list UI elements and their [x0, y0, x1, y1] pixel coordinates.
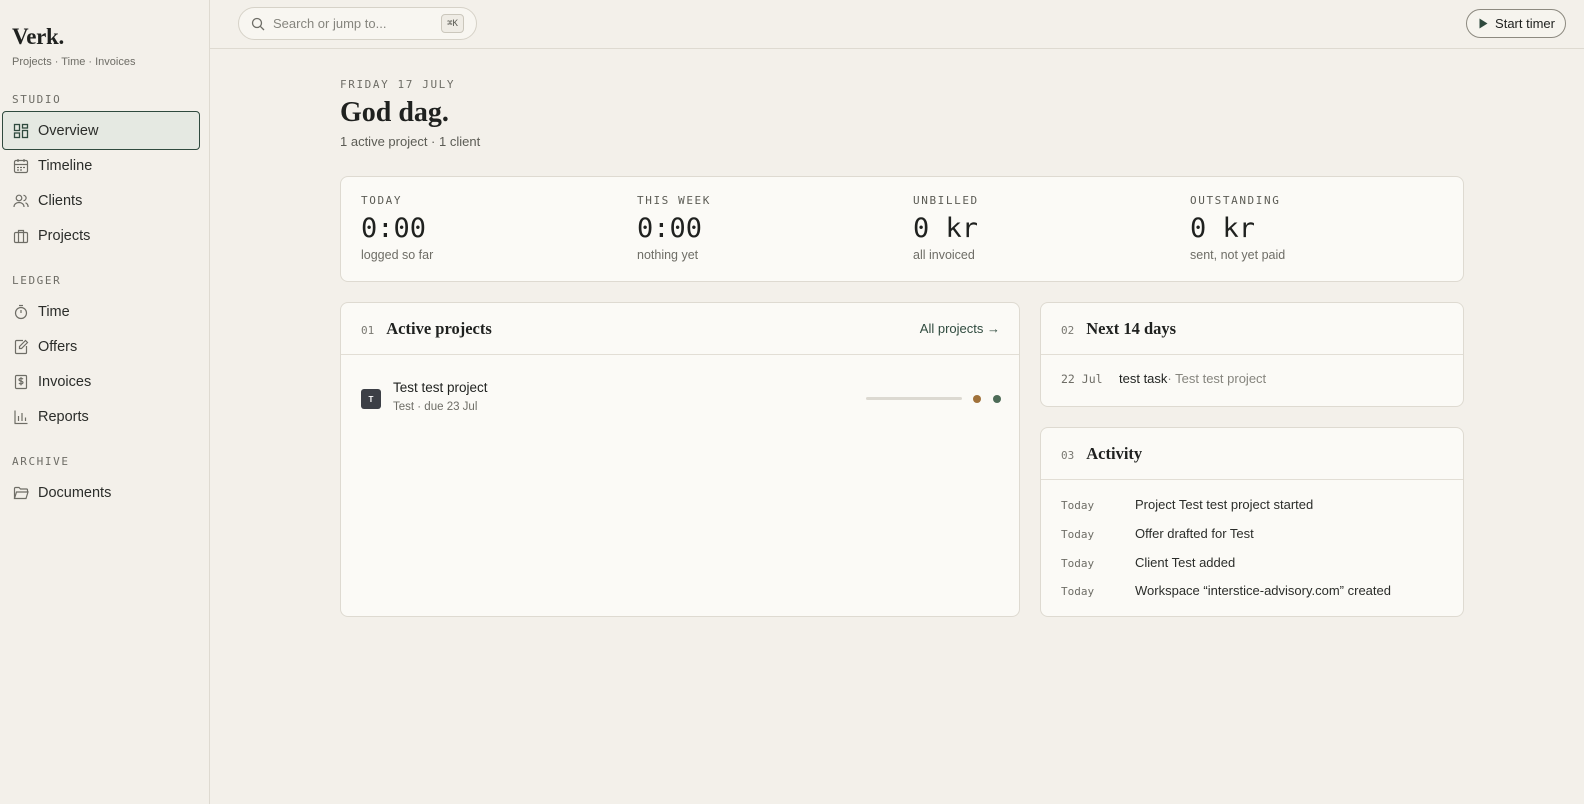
project-name[interactable]: Test test project: [393, 380, 488, 395]
activity-when: Today: [1061, 557, 1095, 570]
section-label-studio: STUDIO: [12, 93, 62, 106]
sidebar-item-label: Documents: [38, 484, 112, 501]
stat-value: 0:00: [361, 213, 427, 244]
brand-tagline: Projects · Time · Invoices: [12, 56, 136, 68]
search-input[interactable]: Search or jump to... ⌘K: [238, 7, 477, 40]
stopwatch-icon: [13, 304, 29, 320]
stat-label: OUTSTANDING: [1190, 194, 1281, 207]
stat-label: TODAY: [361, 194, 403, 207]
bar-chart-icon: [13, 409, 29, 425]
stat-value: 0 kr: [1190, 213, 1256, 244]
sidebar-item-reports[interactable]: Reports: [2, 397, 200, 436]
sidebar-item-clients[interactable]: Clients: [2, 181, 200, 220]
panel-title: Next 14 days: [1086, 318, 1177, 338]
current-date: FRIDAY 17 JULY: [340, 78, 456, 91]
panel-number: 02: [1061, 323, 1075, 337]
search-icon: [251, 17, 265, 30]
sidebar-item-label: Invoices: [38, 373, 92, 390]
panel-title: Active projects: [386, 318, 492, 338]
summary-text: 1 active project · 1 client: [340, 134, 481, 149]
sidebar-item-documents[interactable]: Documents: [2, 473, 200, 512]
sidebar-item-label: Time: [38, 303, 70, 320]
stat-today: TODAY 0:00 logged so far: [361, 194, 433, 262]
stat-this-week: THIS WEEK 0:00 nothing yet: [637, 194, 711, 262]
status-dot: [973, 395, 981, 403]
panel-title: Activity: [1086, 443, 1143, 463]
calendar-icon: [13, 158, 29, 174]
stat-caption: sent, not yet paid: [1190, 248, 1286, 262]
panel-number: 01: [361, 323, 375, 337]
stat-caption: logged so far: [361, 248, 434, 262]
sidebar-item-label: Timeline: [38, 157, 93, 174]
project-progress-bar: [866, 397, 962, 400]
search-shortcut-badge: ⌘K: [441, 14, 464, 33]
stat-outstanding: OUTSTANDING 0 kr sent, not yet paid: [1190, 194, 1285, 262]
panel-header: 02 Next 14 days: [1041, 303, 1463, 355]
activity-when: Today: [1061, 585, 1095, 598]
stat-caption: nothing yet: [637, 248, 699, 262]
sidebar-item-label: Clients: [38, 192, 83, 209]
activity-text: Offer drafted for Test: [1135, 526, 1254, 541]
grid-icon: [13, 123, 29, 139]
sidebar-item-label: Offers: [38, 338, 78, 355]
sidebar-item-projects[interactable]: Projects: [2, 216, 200, 255]
sidebar-item-label: Projects: [38, 227, 91, 244]
sidebar-item-invoices[interactable]: Invoices: [2, 362, 200, 401]
active-projects-panel: 01 Active projects All projects → T Test…: [340, 302, 1020, 617]
upcoming-project: · Test test project: [1167, 371, 1267, 386]
top-bar: Search or jump to... ⌘K Start timer: [210, 0, 1584, 49]
activity-item: Today Offer drafted for Test: [1061, 526, 1254, 541]
activity-item: Today Project Test test project started: [1061, 497, 1313, 512]
play-icon: [1479, 18, 1488, 29]
activity-when: Today: [1061, 528, 1095, 541]
briefcase-icon: [13, 228, 29, 244]
edit-doc-icon: [13, 339, 29, 355]
all-projects-link[interactable]: All projects →: [920, 321, 1000, 336]
page-title: God dag.: [340, 97, 449, 128]
start-timer-label: Start timer: [1495, 16, 1555, 31]
upcoming-date: 22 Jul: [1061, 372, 1103, 386]
activity-when: Today: [1061, 499, 1095, 512]
stats-card: TODAY 0:00 logged so far THIS WEEK 0:00 …: [340, 176, 1464, 282]
activity-item: Today Workspace “interstice-advisory.com…: [1061, 583, 1391, 598]
sidebar-item-label: Overview: [38, 122, 99, 139]
next-14-days-panel: 02 Next 14 days 22 Jul test task · Test …: [1040, 302, 1464, 407]
sidebar-item-timeline[interactable]: Timeline: [2, 146, 200, 185]
activity-text: Workspace “interstice-advisory.com” crea…: [1135, 583, 1391, 598]
activity-item: Today Client Test added: [1061, 555, 1235, 570]
status-dot: [993, 395, 1001, 403]
folder-icon: [13, 485, 29, 501]
sidebar: Verk. Projects · Time · Invoices STUDIO …: [0, 0, 210, 804]
start-timer-button[interactable]: Start timer: [1466, 9, 1566, 38]
dollar-doc-icon: [13, 374, 29, 390]
panel-header: 03 Activity: [1041, 428, 1463, 480]
users-icon: [13, 193, 29, 209]
sidebar-item-time[interactable]: Time: [2, 292, 200, 331]
upcoming-item[interactable]: 22 Jul test task · Test test project: [1061, 371, 1266, 386]
sidebar-item-label: Reports: [38, 408, 89, 425]
brand-logo[interactable]: Verk.: [12, 24, 64, 50]
sidebar-item-offers[interactable]: Offers: [2, 327, 200, 366]
stat-value: 0 kr: [913, 213, 979, 244]
section-label-ledger: LEDGER: [12, 274, 62, 287]
project-meta: Test · due 23 Jul: [393, 401, 478, 413]
sidebar-item-overview[interactable]: Overview: [2, 111, 200, 150]
search-placeholder: Search or jump to...: [273, 16, 387, 31]
section-label-archive: ARCHIVE: [12, 455, 70, 468]
project-row[interactable]: T Test test project Test · due 23 Jul: [361, 380, 1001, 420]
stat-value: 0:00: [637, 213, 703, 244]
stat-unbilled: UNBILLED 0 kr all invoiced: [913, 194, 979, 262]
stat-caption: all invoiced: [913, 248, 975, 262]
activity-panel: 03 Activity Today Project Test test proj…: [1040, 427, 1464, 617]
upcoming-task: test task: [1119, 371, 1168, 386]
project-avatar: T: [361, 389, 381, 409]
activity-text: Client Test added: [1135, 555, 1236, 570]
activity-text: Project Test test project started: [1135, 497, 1314, 512]
panel-header: 01 Active projects All projects →: [341, 303, 1019, 355]
stat-label: THIS WEEK: [637, 194, 712, 207]
stat-label: UNBILLED: [913, 194, 979, 207]
panel-number: 03: [1061, 448, 1075, 462]
